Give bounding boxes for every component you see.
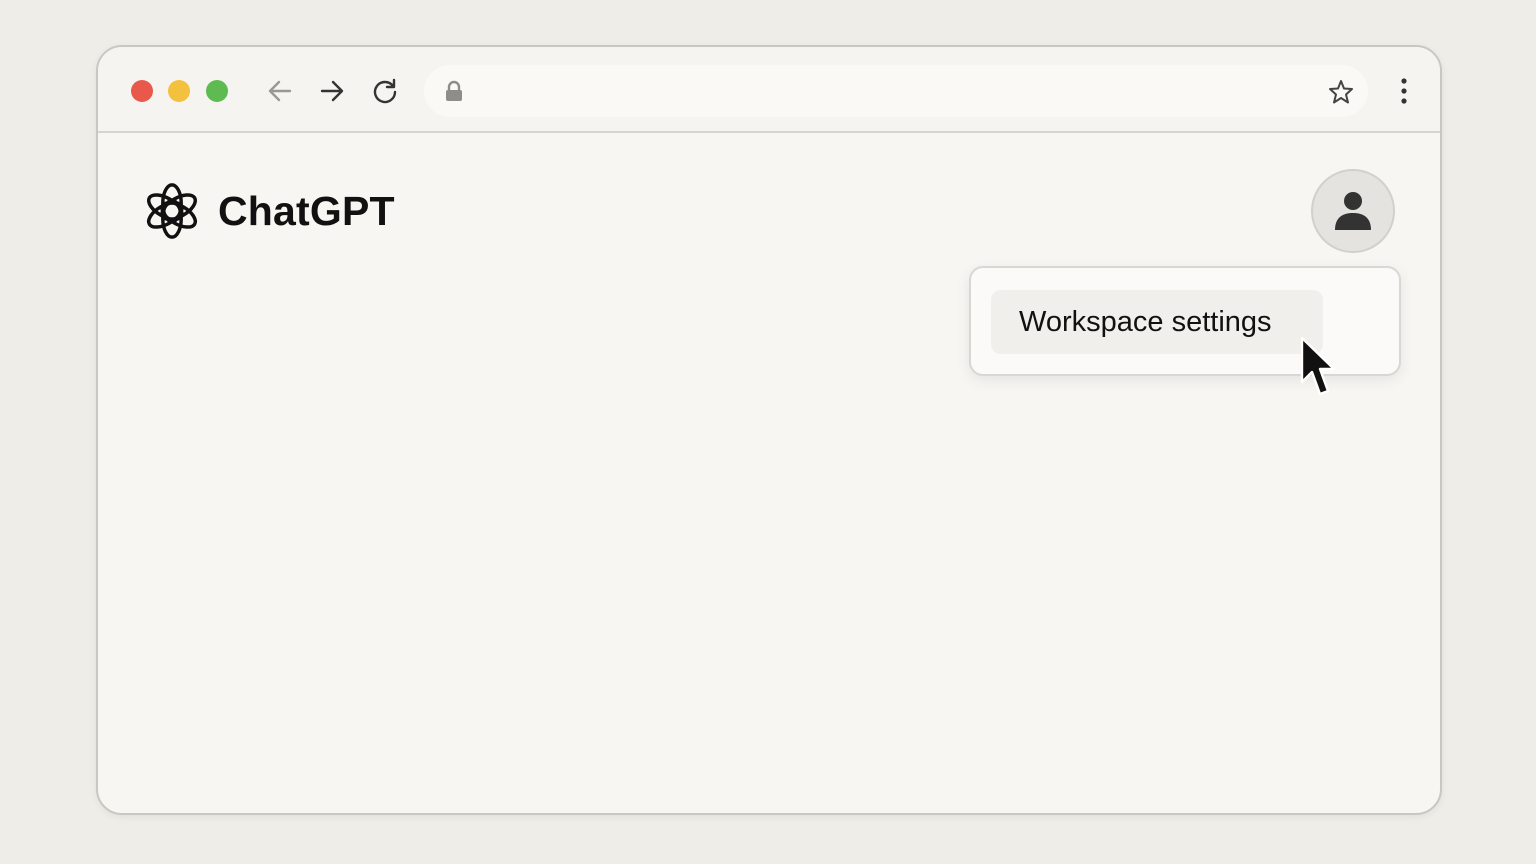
arrow-left-icon xyxy=(268,80,292,102)
kebab-menu-icon xyxy=(1401,78,1407,104)
user-icon xyxy=(1335,192,1371,230)
browser-window: ChatGPT Workspace settings xyxy=(96,45,1442,815)
address-bar[interactable] xyxy=(424,65,1368,117)
reload-button[interactable] xyxy=(367,73,403,109)
window-maximize-button[interactable] xyxy=(206,80,228,102)
window-minimize-button[interactable] xyxy=(168,80,190,102)
star-icon xyxy=(1329,80,1353,104)
brand-name: ChatGPT xyxy=(218,187,395,234)
back-button[interactable] xyxy=(262,73,298,109)
url-input[interactable] xyxy=(476,75,1300,109)
bookmark-star-button[interactable] xyxy=(1326,77,1356,107)
browser-menu-button[interactable] xyxy=(1388,73,1420,109)
openai-logo-icon xyxy=(140,179,204,243)
page-content: ChatGPT Workspace settings xyxy=(98,133,1440,813)
arrow-right-icon xyxy=(320,80,344,102)
user-avatar-button[interactable] xyxy=(1311,169,1395,253)
lock-icon xyxy=(442,79,466,103)
browser-toolbar xyxy=(98,47,1440,133)
window-close-button[interactable] xyxy=(131,80,153,102)
brand[interactable]: ChatGPT xyxy=(140,179,395,243)
reload-icon xyxy=(373,78,397,104)
account-dropdown-menu: Workspace settings xyxy=(969,266,1401,376)
forward-button[interactable] xyxy=(314,73,350,109)
menu-item-workspace-settings[interactable]: Workspace settings xyxy=(991,290,1323,354)
